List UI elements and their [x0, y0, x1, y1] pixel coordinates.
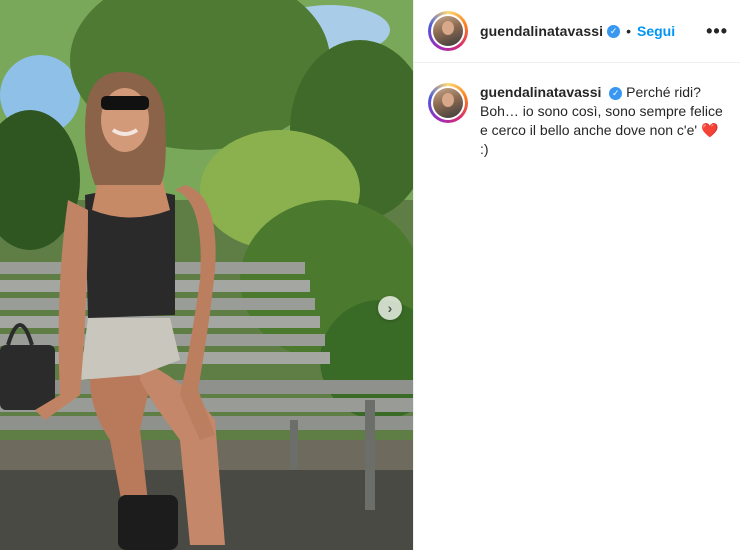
- avatar-frame: [431, 14, 465, 48]
- username-link[interactable]: guendalinatavassi: [480, 23, 603, 39]
- more-options-icon[interactable]: •••: [706, 21, 728, 42]
- avatar[interactable]: [428, 11, 468, 51]
- follow-button[interactable]: Segui: [637, 23, 675, 39]
- avatar-image: [433, 16, 463, 46]
- heart-emoji-icon: ❤️: [700, 122, 719, 138]
- verified-badge-icon: ✓: [607, 24, 621, 38]
- post-header: guendalinatavassi ✓ • Segui •••: [414, 0, 740, 63]
- next-photo-button[interactable]: ›: [378, 296, 402, 320]
- avatar-image: [433, 88, 463, 118]
- photo-illustration: [0, 0, 413, 550]
- caption-avatar[interactable]: [428, 83, 468, 123]
- caption-line-2: Boh… io sono così, sono sempre felice e …: [480, 103, 723, 138]
- instagram-post: › guendalinatavassi ✓ • Segui ••• guenda…: [0, 0, 740, 550]
- caption-line-1: Perché ridi?: [626, 84, 701, 100]
- post-photo[interactable]: ›: [0, 0, 413, 550]
- verified-badge-icon: ✓: [609, 86, 623, 100]
- avatar-frame: [431, 86, 465, 120]
- caption-suffix: :): [480, 141, 489, 157]
- chevron-right-icon: ›: [387, 300, 393, 316]
- caption: guendalinatavassi ✓ Perché ridi? Boh… io…: [414, 63, 740, 159]
- caption-username-link[interactable]: guendalinatavassi: [480, 84, 601, 100]
- post-sidebar: guendalinatavassi ✓ • Segui ••• guendali…: [413, 0, 740, 550]
- separator-dot: •: [626, 23, 631, 39]
- caption-text: guendalinatavassi ✓ Perché ridi? Boh… io…: [480, 83, 728, 159]
